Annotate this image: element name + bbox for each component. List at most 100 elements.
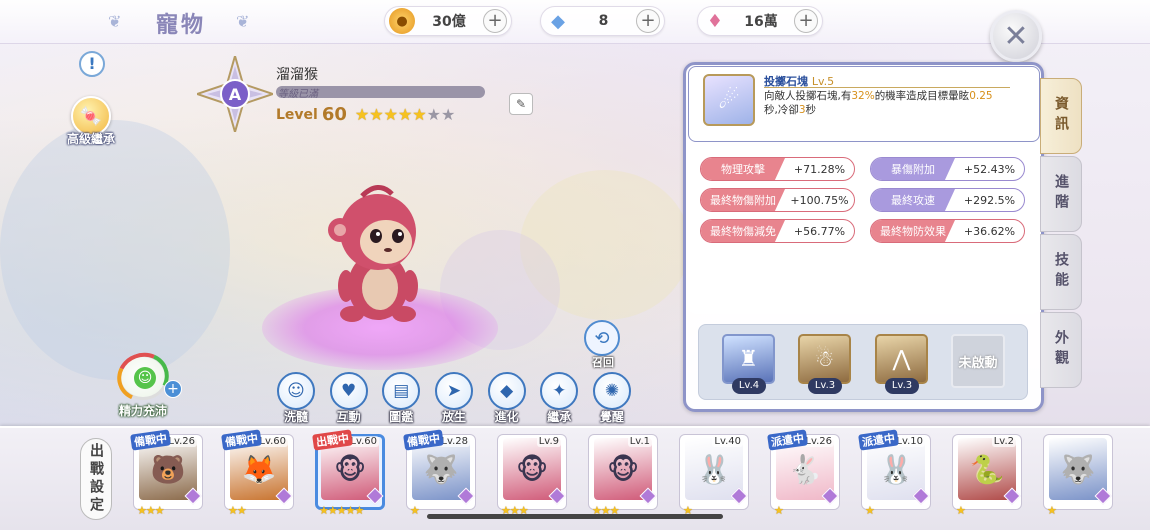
equip-slot-locked[interactable]: 未啟動 xyxy=(951,334,1005,388)
crystal-evolve-icon: ◆ xyxy=(487,372,526,410)
stat-row: 最終物防效果 +36.62% xyxy=(870,219,1025,243)
crystal-icon: ♦ xyxy=(706,10,724,32)
equip-level: Lv.3 xyxy=(808,378,842,394)
roster-pet-card[interactable]: 🐇 Lv.26 派遣中 ★ xyxy=(767,429,840,522)
star-icon: ★ xyxy=(354,104,370,124)
diamond-icon: ◆ xyxy=(551,10,565,32)
recall-icon: ⟲ xyxy=(584,320,620,356)
add-crystal-button[interactable]: + xyxy=(794,9,818,33)
roster-pet-card[interactable]: 🦊 Lv.60 備戰中 ★★ xyxy=(221,429,294,522)
tab-advanced[interactable]: 進階 xyxy=(1040,156,1082,232)
info-button[interactable]: ! xyxy=(79,51,105,77)
skill-divider xyxy=(764,87,1010,88)
rename-button[interactable]: ✎ xyxy=(509,93,533,115)
star-icon: ★ xyxy=(383,104,398,124)
pet-level: Lv.26 xyxy=(803,436,834,447)
pet-star-rating: ★★★★★ xyxy=(319,504,364,517)
pet-action-bar: ☺ 洗髓 ♥ 互動 ▤ 圖鑑 ➤ 放生 ◆ 進化 ✦ 繼承 ✺ 覺醒 xyxy=(274,372,634,424)
action-button-5[interactable]: ✦ 繼承 xyxy=(537,372,581,424)
top-bar: ❦ 寵物 ❦ ● 30億 + ◆ 8 + ♦ 16萬 + xyxy=(0,0,1150,44)
star-icon: ★ xyxy=(412,104,427,124)
action-label: 覺醒 xyxy=(599,410,624,424)
add-gold-button[interactable]: + xyxy=(483,9,507,33)
level-row: Level 60 ★ ★ ★ ★ ★ ★ ★ xyxy=(276,104,455,125)
stone-throw-skill-icon[interactable]: ☄ xyxy=(703,74,755,126)
pet-star-rating: ★ xyxy=(410,504,420,517)
smile-icon: ☺ xyxy=(134,367,156,389)
wing-icon: ❦ xyxy=(108,12,122,31)
energy-status[interactable]: ☺ + 精力充沛 xyxy=(104,345,182,419)
rank-badge: A xyxy=(197,56,273,132)
roster-pet-card[interactable]: 🐰 Lv.10 派遣中 ★ xyxy=(858,429,931,522)
action-button-2[interactable]: ▤ 圖鑑 xyxy=(379,372,423,424)
pet-model xyxy=(328,185,418,322)
roster-pet-card[interactable]: 🐍 Lv.2 ★ xyxy=(952,434,1022,522)
stat-value: +71.28% xyxy=(793,162,846,176)
action-button-1[interactable]: ♥ 互動 xyxy=(327,372,371,424)
gold-resource: ● 30億 + xyxy=(384,6,512,36)
roster-pet-card[interactable]: 🐵 Lv.1 ★★★ xyxy=(588,434,658,522)
roster-scrollbar[interactable] xyxy=(427,514,723,519)
stat-value: +100.75% xyxy=(790,193,849,207)
gold-value: 30億 xyxy=(432,14,466,30)
pet-level: Lv.60 xyxy=(348,436,379,447)
roster-pet-card[interactable]: 🐺 Lv.28 備戰中 ★ xyxy=(403,429,476,522)
advanced-inherit-button[interactable]: 🍬 高級繼承 xyxy=(60,96,122,147)
action-button-0[interactable]: ☺ 洗髓 xyxy=(274,372,318,424)
pet-level: Lv.60 xyxy=(257,436,288,447)
recall-label: 召回 xyxy=(592,356,614,369)
awaken-icon: ✺ xyxy=(592,372,631,410)
action-label: 洗髓 xyxy=(283,410,308,424)
wing-icon: ❦ xyxy=(236,12,250,31)
stat-name: 最終攻速 xyxy=(871,189,955,211)
tab-appearance[interactable]: 外觀 xyxy=(1040,312,1082,388)
equip-slot-doll[interactable]: ☃ Lv.3 xyxy=(798,334,851,396)
level-label: Level xyxy=(276,106,318,123)
tab-info[interactable]: 資訊 xyxy=(1040,78,1082,154)
action-label: 互動 xyxy=(336,410,361,424)
action-button-6[interactable]: ✺ 覺醒 xyxy=(590,372,634,424)
heart-icon: ♥ xyxy=(329,372,368,410)
add-diamond-button[interactable]: + xyxy=(636,9,660,33)
star-icon: ★ xyxy=(440,104,456,124)
roster-pet-card[interactable]: 🐵 Lv.60 出戰中 ★★★★★ xyxy=(312,429,385,522)
tab-skills[interactable]: 技能 xyxy=(1040,234,1082,310)
advanced-inherit-label: 高級繼承 xyxy=(66,132,115,146)
action-button-4[interactable]: ◆ 進化 xyxy=(485,372,529,424)
skill-description: 向敵人投擲石塊,有32%的機率造成目標暈眩0.25 秒,冷卻3秒 xyxy=(764,90,993,116)
face-icon: ☺ xyxy=(277,372,315,410)
equip-slot-armor[interactable]: ♜ Lv.4 xyxy=(722,334,775,396)
energy-label: 精力充沛 xyxy=(118,404,167,418)
add-energy-button[interactable]: + xyxy=(164,380,182,398)
roster-pet-card[interactable]: 🐺 ★ xyxy=(1043,434,1113,522)
star-icon: ★ xyxy=(369,104,384,124)
roster-pet-card[interactable]: 🐻 Lv.26 備戰中 ★★★ xyxy=(130,429,203,522)
roster-pet-card[interactable]: 🐵 Lv.9 ★★★ xyxy=(497,434,567,522)
close-button[interactable]: ✕ xyxy=(990,10,1042,62)
stat-name: 物理攻擊 xyxy=(701,158,785,180)
hair-icon: ⋀ xyxy=(875,334,928,384)
candy-icon: ✦ xyxy=(540,372,579,410)
armor-icon: ♜ xyxy=(722,334,775,384)
pet-star-rating: ★ xyxy=(774,504,784,517)
star-icon: ★ xyxy=(426,104,441,124)
pet-level: Lv.2 xyxy=(991,436,1016,447)
doll-icon: ☃ xyxy=(798,334,851,384)
diamond-value: 8 xyxy=(598,13,609,29)
roster-pet-card[interactable]: 🐰 Lv.40 ★ xyxy=(679,434,749,522)
level-status: 等級已滿 xyxy=(278,89,318,98)
action-button-3[interactable]: ➤ 放生 xyxy=(432,372,476,424)
gold-coin-icon: ● xyxy=(389,8,415,34)
stat-value: +292.5% xyxy=(963,193,1016,207)
crystal-value: 16萬 xyxy=(744,14,778,30)
deploy-settings-button[interactable]: 出戰設定 xyxy=(80,438,112,520)
stat-value: +52.43% xyxy=(963,162,1016,176)
background-blob xyxy=(0,120,230,380)
stat-row: 最終物傷減免 +56.77% xyxy=(700,219,855,243)
pencil-icon: ✎ xyxy=(515,97,527,111)
pet-level: Lv.9 xyxy=(536,436,561,447)
equip-slot-hair[interactable]: ⋀ Lv.3 xyxy=(875,334,928,396)
recall-button[interactable]: ⟲ 召回 xyxy=(584,320,622,370)
pet-level: Lv.28 xyxy=(439,436,470,447)
stat-value: +56.77% xyxy=(793,224,846,238)
